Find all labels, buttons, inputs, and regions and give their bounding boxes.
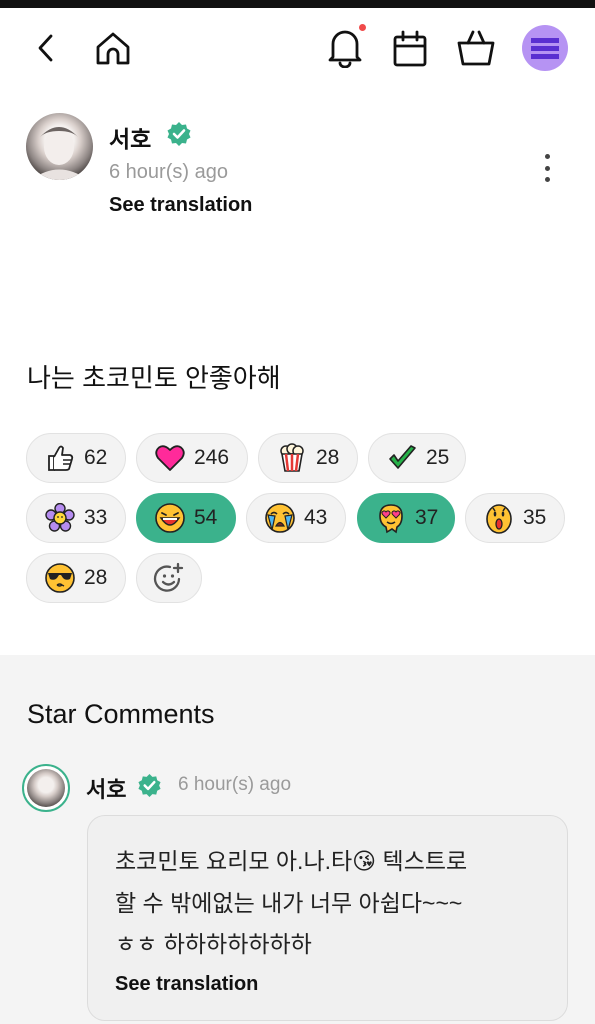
calendar-icon: [393, 30, 427, 67]
author-name[interactable]: 서호: [109, 120, 151, 154]
shopping-bag-icon: [457, 30, 495, 66]
heart-eyes-face-icon: [375, 502, 407, 534]
author-avatar[interactable]: [26, 113, 93, 180]
reaction-count: 28: [84, 566, 108, 589]
post-body-text: 나는 초코민토 안좋아해: [27, 363, 281, 393]
popcorn-icon: [276, 442, 308, 474]
more-dot-icon: [544, 177, 550, 182]
back-button[interactable]: [28, 28, 64, 68]
comment-text-line: 할 수 밖에없는 내가 너무 아쉽다~~~: [115, 890, 463, 916]
reaction-chip[interactable]: 35: [465, 493, 565, 543]
reaction-chip[interactable]: 33: [26, 493, 126, 543]
status-bar-strip: [0, 0, 595, 8]
menu-circle: [522, 25, 568, 71]
add-emoji-icon: [153, 562, 184, 592]
menu-button[interactable]: [521, 24, 569, 72]
reaction-count: 246: [194, 446, 230, 469]
reaction-count: 54: [194, 506, 218, 529]
reaction-count: 33: [84, 506, 108, 529]
comment-author-name[interactable]: 서호: [86, 772, 126, 804]
laughing-face-icon: [154, 502, 186, 534]
reaction-count: 43: [304, 506, 328, 529]
top-navigation: [0, 8, 595, 88]
reaction-count: 62: [84, 446, 108, 469]
crying-face-icon: [264, 502, 296, 534]
comment-text-line: 초코민토 요리모 아.나.타😘 텍스트로: [115, 848, 468, 874]
reaction-chip[interactable]: 43: [246, 493, 346, 543]
reaction-chip[interactable]: 28: [258, 433, 358, 483]
post-header: 서호 6 hour(s) ago See translation: [26, 113, 571, 223]
more-dot-icon: [544, 154, 550, 159]
star-comments-title: Star Comments: [27, 699, 215, 729]
thumbs-up-icon: [44, 442, 76, 474]
reaction-chip[interactable]: 25: [368, 433, 466, 483]
reaction-count: 37: [415, 506, 439, 529]
bell-icon: [328, 30, 362, 68]
more-options-button[interactable]: [534, 151, 560, 185]
reaction-chip-selected[interactable]: 54: [136, 493, 236, 543]
notifications-button[interactable]: [322, 24, 368, 70]
avatar-photo: [27, 769, 65, 807]
back-arrow-icon: [38, 34, 53, 62]
reaction-count: 35: [523, 506, 547, 529]
comment-see-translation-link[interactable]: See translation: [115, 973, 258, 996]
more-dot-icon: [544, 165, 550, 171]
shop-button[interactable]: [454, 26, 498, 70]
comment-bubble: 초코민토 요리모 아.나.타😘 텍스트로 할 수 밖에없는 내가 너무 아쉽다~…: [87, 815, 568, 1021]
star-comments-section: Star Comments 서호 6 hour(s) ago 초코민토 요리모 …: [0, 655, 595, 1024]
reaction-chip-selected[interactable]: 37: [357, 493, 455, 543]
comment-text-line: ㅎㅎ 하하하하하하하: [115, 931, 312, 957]
heart-icon: [154, 442, 186, 474]
notification-dot: [359, 24, 366, 31]
reaction-count: 28: [316, 446, 340, 469]
sunglasses-kiss-face-icon: [44, 562, 76, 594]
home-icon: [96, 32, 130, 65]
surprised-face-icon: [483, 502, 515, 534]
reaction-chip[interactable]: 62: [26, 433, 126, 483]
comment-author-avatar[interactable]: [22, 764, 70, 812]
reaction-chip[interactable]: 246: [136, 433, 248, 483]
add-reaction-button[interactable]: [136, 553, 202, 603]
verified-badge-icon: [137, 773, 162, 803]
verified-badge-icon: [166, 121, 192, 152]
calendar-button[interactable]: [390, 28, 430, 70]
checkmark-icon: [386, 442, 418, 474]
see-translation-link[interactable]: See translation: [109, 194, 252, 217]
reaction-count: 25: [426, 446, 450, 469]
avatar-photo: [31, 127, 88, 180]
home-button[interactable]: [92, 28, 134, 70]
reaction-chip[interactable]: 28: [26, 553, 126, 603]
post-time: 6 hour(s) ago: [109, 161, 228, 183]
comment-time: 6 hour(s) ago: [178, 774, 292, 795]
flower-icon: [44, 502, 76, 534]
menu-icon: [531, 38, 559, 59]
